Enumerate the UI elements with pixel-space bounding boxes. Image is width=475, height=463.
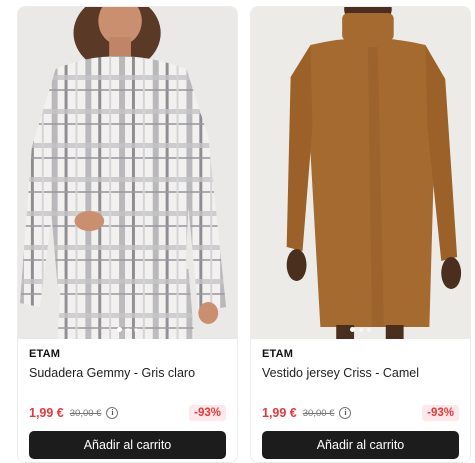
product-info: ETAM Vestido jersey Criss - Camel bbox=[262, 348, 459, 380]
product-brand: ETAM bbox=[29, 348, 61, 360]
product-card[interactable]: ETAM Vestido jersey Criss - Camel 1,99 €… bbox=[250, 6, 471, 463]
carousel-dot[interactable] bbox=[126, 327, 130, 332]
product-grid: ETAM Sudadera Gemmy - Gris claro 1,99 € … bbox=[0, 0, 475, 463]
add-to-cart-button[interactable]: Añadir al carrito bbox=[262, 431, 459, 459]
carousel-dot[interactable] bbox=[350, 327, 355, 332]
sale-price: 1,99 € bbox=[262, 406, 297, 420]
product-name[interactable]: Vestido jersey Criss - Camel bbox=[262, 366, 459, 380]
original-price: 30,00 € bbox=[69, 407, 102, 419]
info-icon[interactable]: i bbox=[106, 407, 119, 419]
original-price: 30,00 € bbox=[302, 407, 335, 419]
price-row: 1,99 € 30,00 € i -93% bbox=[29, 404, 226, 422]
carousel-dot[interactable] bbox=[367, 327, 371, 332]
carousel-dot[interactable] bbox=[134, 327, 138, 332]
carousel-dots[interactable] bbox=[18, 327, 237, 332]
product-brand: ETAM bbox=[262, 348, 294, 360]
product-info: ETAM Sudadera Gemmy - Gris claro bbox=[29, 348, 226, 380]
carousel-dot[interactable] bbox=[117, 327, 122, 332]
plaid-sweatshirt-photo bbox=[19, 7, 227, 339]
discount-badge: -93% bbox=[422, 405, 459, 421]
product-image[interactable] bbox=[251, 7, 470, 339]
sale-price: 1,99 € bbox=[29, 406, 64, 420]
add-to-cart-button[interactable]: Añadir al carrito bbox=[29, 431, 226, 459]
product-card[interactable]: ETAM Sudadera Gemmy - Gris claro 1,99 € … bbox=[17, 6, 238, 463]
carousel-dot[interactable] bbox=[359, 327, 363, 332]
info-icon[interactable]: i bbox=[339, 407, 352, 419]
price-row: 1,99 € 30,00 € i -93% bbox=[262, 404, 459, 422]
product-name[interactable]: Sudadera Gemmy - Gris claro bbox=[29, 366, 226, 380]
product-image[interactable] bbox=[18, 7, 237, 339]
discount-badge: -93% bbox=[189, 405, 226, 421]
camel-sweater-dress-photo bbox=[286, 7, 462, 339]
carousel-dots[interactable] bbox=[251, 327, 470, 332]
